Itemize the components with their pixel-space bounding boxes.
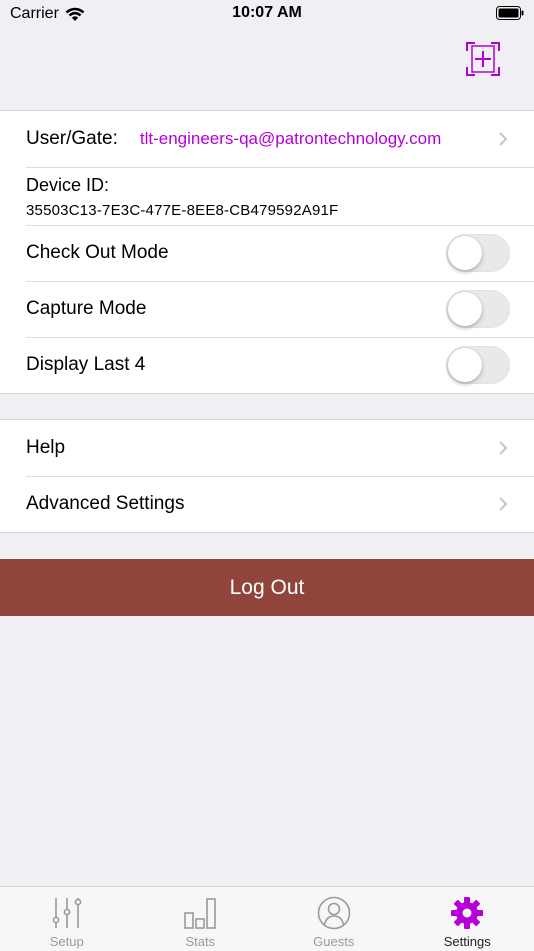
tab-guests-label: Guests <box>313 934 354 949</box>
user-gate-label: User/Gate: <box>26 128 118 150</box>
display-last-4-toggle[interactable] <box>446 346 510 384</box>
person-icon <box>316 895 352 931</box>
bar-chart-icon <box>182 895 218 931</box>
chevron-right-icon <box>498 131 508 147</box>
check-out-mode-row: Check Out Mode <box>0 225 534 281</box>
display-last-4-label: Display Last 4 <box>26 354 145 376</box>
advanced-settings-label: Advanced Settings <box>26 493 184 515</box>
toggle-knob <box>448 236 482 270</box>
capture-mode-toggle[interactable] <box>446 290 510 328</box>
tab-stats[interactable]: Stats <box>134 887 268 951</box>
check-out-mode-label: Check Out Mode <box>26 242 169 264</box>
tab-guests[interactable]: Guests <box>267 887 401 951</box>
advanced-settings-row[interactable]: Advanced Settings <box>0 476 534 532</box>
help-row[interactable]: Help <box>0 420 534 476</box>
display-last-4-row: Display Last 4 <box>0 337 534 393</box>
tab-setup[interactable]: Setup <box>0 887 134 951</box>
gear-icon <box>449 895 485 931</box>
device-id-row: Device ID: 35503C13-7E3C-477E-8EE8-CB479… <box>0 167 534 225</box>
device-id-label: Device ID: <box>26 175 534 196</box>
status-bar: Carrier 10:07 AM <box>0 0 534 28</box>
log-out-button[interactable]: Log Out <box>0 559 534 616</box>
chevron-right-icon <box>498 440 508 456</box>
capture-mode-label: Capture Mode <box>26 298 146 320</box>
user-gate-value: tlt-engineers-qa@patrontechnology.com <box>140 129 441 149</box>
sliders-icon <box>49 895 85 931</box>
status-time: 10:07 AM <box>0 4 534 22</box>
settings-group: User/Gate: tlt-engineers-qa@patrontechno… <box>0 110 534 394</box>
toggle-knob <box>448 292 482 326</box>
tab-bar: Setup Stats Guests <box>0 886 534 951</box>
scan-add-icon <box>466 42 500 76</box>
check-out-mode-toggle[interactable] <box>446 234 510 272</box>
capture-mode-row: Capture Mode <box>0 281 534 337</box>
user-gate-row[interactable]: User/Gate: tlt-engineers-qa@patrontechno… <box>0 111 534 167</box>
tab-settings-label: Settings <box>444 934 491 949</box>
links-group: Help Advanced Settings <box>0 419 534 533</box>
battery-icon <box>496 6 524 20</box>
chevron-right-icon <box>498 496 508 512</box>
help-label: Help <box>26 437 65 459</box>
device-id-value: 35503C13-7E3C-477E-8EE8-CB479592A91F <box>26 202 534 219</box>
navigation-bar <box>0 28 534 110</box>
tab-settings[interactable]: Settings <box>401 887 534 951</box>
tab-setup-label: Setup <box>50 934 84 949</box>
toggle-knob <box>448 348 482 382</box>
scan-add-button[interactable] <box>465 41 501 77</box>
tab-stats-label: Stats <box>185 934 215 949</box>
